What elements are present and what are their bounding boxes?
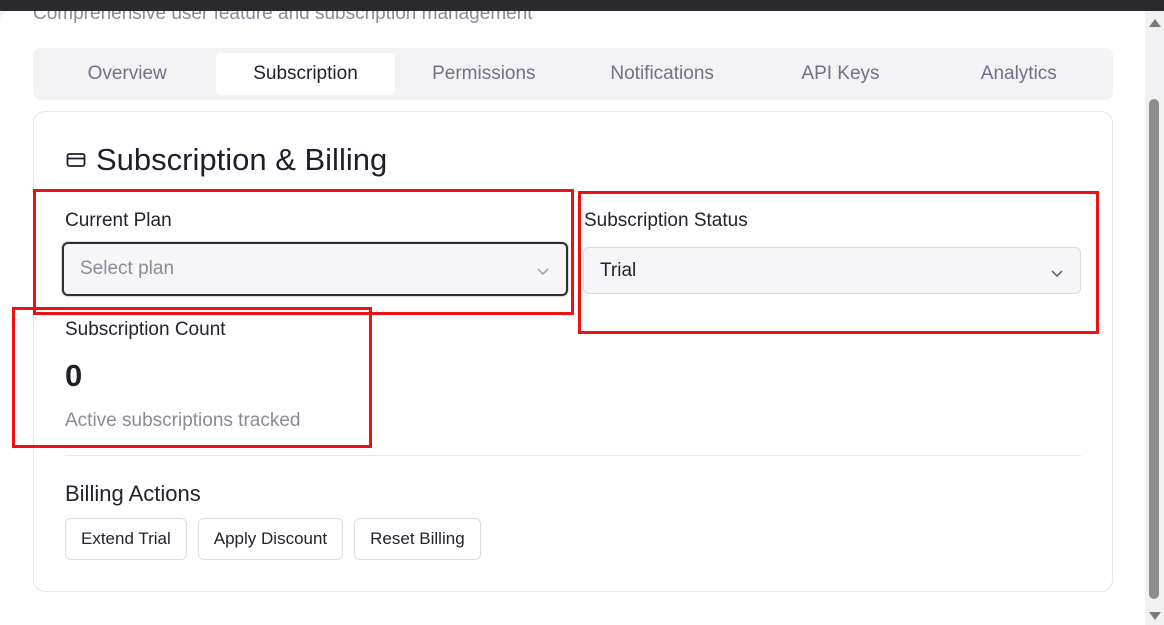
scroll-down-arrow-icon[interactable] xyxy=(1149,612,1161,620)
vertical-scrollbar[interactable] xyxy=(1145,11,1164,625)
window-top-strip xyxy=(0,0,1164,11)
chevron-down-icon xyxy=(1050,264,1064,278)
subscription-status-label: Subscription Status xyxy=(584,210,748,231)
billing-actions-title: Billing Actions xyxy=(65,481,201,506)
subscription-count-hint: Active subscriptions tracked xyxy=(65,410,301,431)
billing-actions: Extend Trial Apply Discount Reset Billin… xyxy=(65,518,481,560)
current-plan-select[interactable]: Select plan xyxy=(62,242,568,296)
reset-billing-button[interactable]: Reset Billing xyxy=(354,518,481,560)
subscription-status-select[interactable]: Trial xyxy=(583,247,1081,294)
card-title: Subscription & Billing xyxy=(96,142,388,177)
page-subtitle: Comprehensive user feature and subscript… xyxy=(33,11,533,24)
scroll-thumb[interactable] xyxy=(1149,99,1159,599)
tab-analytics[interactable]: Analytics xyxy=(930,53,1108,95)
tab-permissions[interactable]: Permissions xyxy=(395,53,573,95)
subscription-count-label: Subscription Count xyxy=(65,319,226,340)
scroll-up-arrow-icon[interactable] xyxy=(1149,19,1161,27)
tab-subscription[interactable]: Subscription xyxy=(216,53,395,95)
current-plan-placeholder: Select plan xyxy=(80,258,175,279)
tab-api-keys[interactable]: API Keys xyxy=(751,53,929,95)
tab-overview[interactable]: Overview xyxy=(38,53,216,95)
tab-notifications[interactable]: Notifications xyxy=(573,53,751,95)
card-header: Subscription & Billing xyxy=(66,142,387,178)
divider xyxy=(65,455,1081,456)
chevron-down-icon xyxy=(536,262,550,276)
feature-management-panel: Comprehensive user feature and subscript… xyxy=(0,11,1164,625)
tab-bar: Overview Subscription Permissions Notifi… xyxy=(33,48,1113,100)
subscription-status-value: Trial xyxy=(600,259,637,281)
subscription-billing-card: Subscription & Billing Current Plan Sele… xyxy=(33,111,1113,592)
subscription-count-value: 0 xyxy=(65,358,83,393)
apply-discount-button[interactable]: Apply Discount xyxy=(197,518,344,560)
current-plan-label: Current Plan xyxy=(65,210,172,231)
extend-trial-button[interactable]: Extend Trial xyxy=(65,518,187,560)
credit-card-icon xyxy=(66,152,86,168)
